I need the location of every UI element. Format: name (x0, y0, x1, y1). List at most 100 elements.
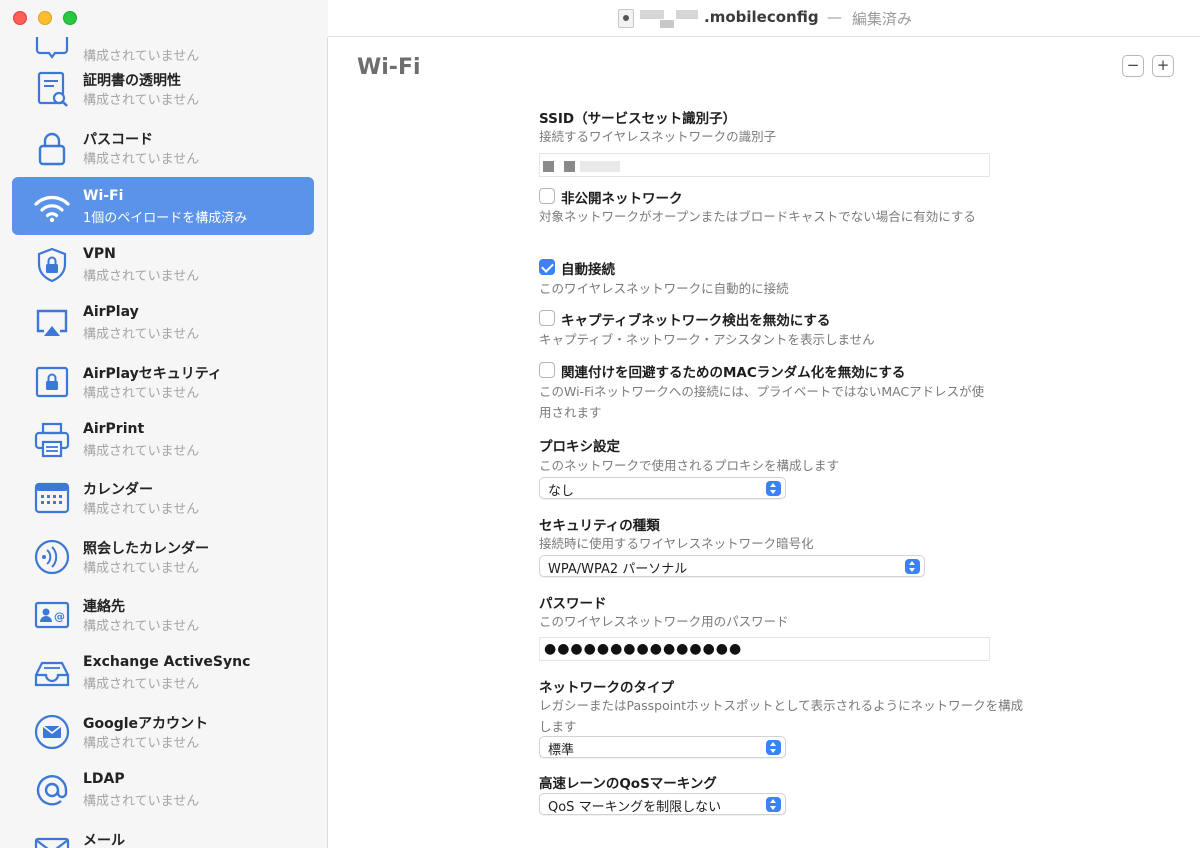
mail-circle-icon (32, 712, 72, 752)
network-type-description: レガシーまたはPasspointホットスポットとして表示されるようにネットワーク… (539, 698, 1024, 734)
shield-lock-icon (32, 245, 72, 285)
password-description: このワイヤレスネットワーク用のパスワード (539, 614, 789, 629)
security-label: セキュリティの種類 (539, 518, 660, 534)
sidebar-item-title: LDAP (83, 771, 125, 787)
qos-popup[interactable]: QoS マーキングを制限しない (539, 793, 786, 815)
sidebar-item-ldap[interactable]: LDAP 構成されていません (12, 760, 314, 818)
sidebar-item-title: 証明書の透明性 (83, 73, 181, 89)
sidebar-item-title: Googleアカウント (83, 716, 209, 732)
payload-editor: Wi-Fi − + SSID（サービスセット識別子） 接続するワイヤレスネットワ… (329, 38, 1200, 848)
captive-detection-description: キャプティブ・ネットワーク・アシスタントを表示しません (539, 332, 875, 347)
sidebar-item-exchange[interactable]: Exchange ActiveSync 構成されていません (12, 643, 314, 701)
mac-randomization-label: 関連付けを回避するためのMACランダム化を無効にする (561, 365, 906, 381)
sidebar-item-vpn[interactable]: VPN 構成されていません (12, 235, 314, 293)
sidebar-item-subtitle: 構成されていません (83, 93, 200, 108)
auto-join-checkbox[interactable] (539, 259, 555, 275)
redacted-ssid (564, 161, 575, 172)
zoom-window-button[interactable] (63, 11, 77, 25)
calendar-icon (32, 478, 72, 518)
section-title: Wi-Fi (357, 55, 421, 80)
certificate-search-icon (32, 69, 72, 109)
sidebar-item-title: 照会したカレンダー (83, 541, 209, 557)
payload-sidebar[interactable]: 構成されていません 証明書の透明性 構成されていません パスコード 構成されてい… (0, 37, 328, 848)
ssid-label: SSID（サービスセット識別子） (539, 111, 737, 127)
airplay-lock-icon (32, 362, 72, 402)
sidebar-item-subtitle: 構成されていません (83, 502, 200, 517)
network-type-label: ネットワークのタイプ (539, 680, 674, 696)
redacted-ssid (543, 161, 554, 172)
popup-chevron-icon (766, 797, 781, 812)
window-title: .mobileconfig (704, 8, 819, 26)
redacted-filename-part (676, 10, 698, 19)
sidebar-item-title: VPN (83, 246, 116, 262)
sidebar-item-subtitle: 構成されていません (83, 561, 200, 576)
document-proxy-icon[interactable] (618, 9, 634, 28)
network-type-popup[interactable]: 標準 (539, 736, 786, 758)
edited-status: 編集済み (852, 10, 913, 28)
network-type-selected: 標準 (548, 743, 575, 758)
sidebar-item-subtitle: 構成されていません (83, 269, 200, 284)
sidebar-item-subtitle: 構成されていません (83, 386, 200, 401)
sidebar-item-contacts[interactable]: @ 連絡先 構成されていません (12, 585, 314, 643)
captive-detection-label: キャプティブネットワーク検出を無効にする (561, 313, 831, 329)
ssid-field[interactable] (539, 153, 990, 177)
sidebar-item-title: メール (83, 833, 125, 848)
sidebar-item-subtitle: 構成されていません (83, 736, 200, 751)
inbox-tray-icon (32, 653, 72, 693)
sidebar-item-certificate-transparency[interactable]: 証明書の透明性 構成されていません (12, 59, 314, 117)
sidebar-item-google-account[interactable]: Googleアカウント 構成されていません (12, 702, 314, 760)
sidebar-item-calendar[interactable]: カレンダー 構成されていません (12, 468, 314, 526)
password-field[interactable]: ●●●●●●●●●●●●●●● (539, 637, 990, 661)
close-window-button[interactable] (13, 11, 27, 25)
proxy-popup[interactable]: なし (539, 477, 786, 499)
redacted-ssid (580, 161, 620, 172)
sidebar-item-subtitle: 構成されていません (83, 619, 200, 634)
sidebar-item-airplay-security[interactable]: AirPlayセキュリティ 構成されていません (12, 352, 314, 410)
ssid-description: 接続するワイヤレスネットワークの識別子 (539, 129, 777, 144)
contacts-icon: @ (32, 595, 72, 635)
sidebar-item-title: AirPrint (83, 421, 145, 437)
mac-randomization-description: このWi-Fiネットワークへの接続には、プライベートではないMACアドレスが使用… (539, 384, 985, 420)
mail-icon (32, 829, 72, 848)
lock-icon (32, 128, 72, 168)
add-payload-button[interactable]: + (1152, 55, 1174, 77)
sidebar-item-title: Exchange ActiveSync (83, 654, 251, 670)
sidebar-item-subtitle: 構成されていません (83, 152, 200, 167)
sidebar-item-title: 連絡先 (83, 599, 125, 615)
sidebar-item-passcode[interactable]: パスコード 構成されていません (12, 118, 314, 176)
remove-payload-button[interactable]: − (1122, 55, 1144, 77)
hidden-network-checkbox[interactable] (539, 188, 555, 204)
sidebar-item-title: パスコード (83, 132, 153, 148)
sidebar-item-title: Wi-Fi (83, 188, 124, 204)
wifi-icon (32, 187, 72, 227)
sidebar-item-subtitle: 構成されていません (83, 794, 200, 809)
sidebar-item-subtitle: 1個のペイロードを構成済み (83, 211, 248, 226)
qos-label: 高速レーンのQoSマーキング (539, 776, 717, 792)
title-bar: .mobileconfig — 編集済み (0, 0, 1200, 37)
sidebar-item-title: AirPlay (83, 304, 139, 320)
sidebar-item-mail[interactable]: メール (12, 819, 314, 848)
security-description: 接続時に使用するワイヤレスネットワーク暗号化 (539, 536, 814, 551)
popup-chevron-icon (766, 481, 781, 496)
minimize-window-button[interactable] (38, 11, 52, 25)
sidebar-item-title: カレンダー (83, 482, 153, 498)
captive-detection-checkbox[interactable] (539, 310, 555, 326)
sidebar-item-subtitle: 構成されていません (83, 444, 200, 459)
qos-selected: QoS マーキングを制限しない (548, 800, 722, 815)
sidebar-item-airplay[interactable]: AirPlay 構成されていません (12, 293, 314, 351)
popup-chevron-icon (766, 740, 781, 755)
password-label: パスワード (539, 596, 607, 612)
sidebar-item-subtitle: 構成されていません (83, 327, 200, 342)
auto-join-label: 自動接続 (561, 262, 615, 278)
sidebar-item-subscribed-calendar[interactable]: 照会したカレンダー 構成されていません (12, 527, 314, 585)
hidden-network-label: 非公開ネットワーク (561, 191, 683, 207)
hidden-network-description: 対象ネットワークがオープンまたはブロードキャストでない場合に有効にする (539, 209, 976, 224)
redacted-filename-part (660, 20, 674, 28)
at-sign-icon (32, 770, 72, 810)
sidebar-item-wifi[interactable]: Wi-Fi 1個のペイロードを構成済み (12, 177, 314, 235)
mac-randomization-checkbox[interactable] (539, 362, 555, 378)
subscribed-calendar-icon (32, 537, 72, 577)
security-type-popup[interactable]: WPA/WPA2 パーソナル (539, 555, 925, 577)
sidebar-item-airprint[interactable]: AirPrint 構成されていません (12, 410, 314, 468)
security-selected: WPA/WPA2 パーソナル (548, 562, 688, 577)
